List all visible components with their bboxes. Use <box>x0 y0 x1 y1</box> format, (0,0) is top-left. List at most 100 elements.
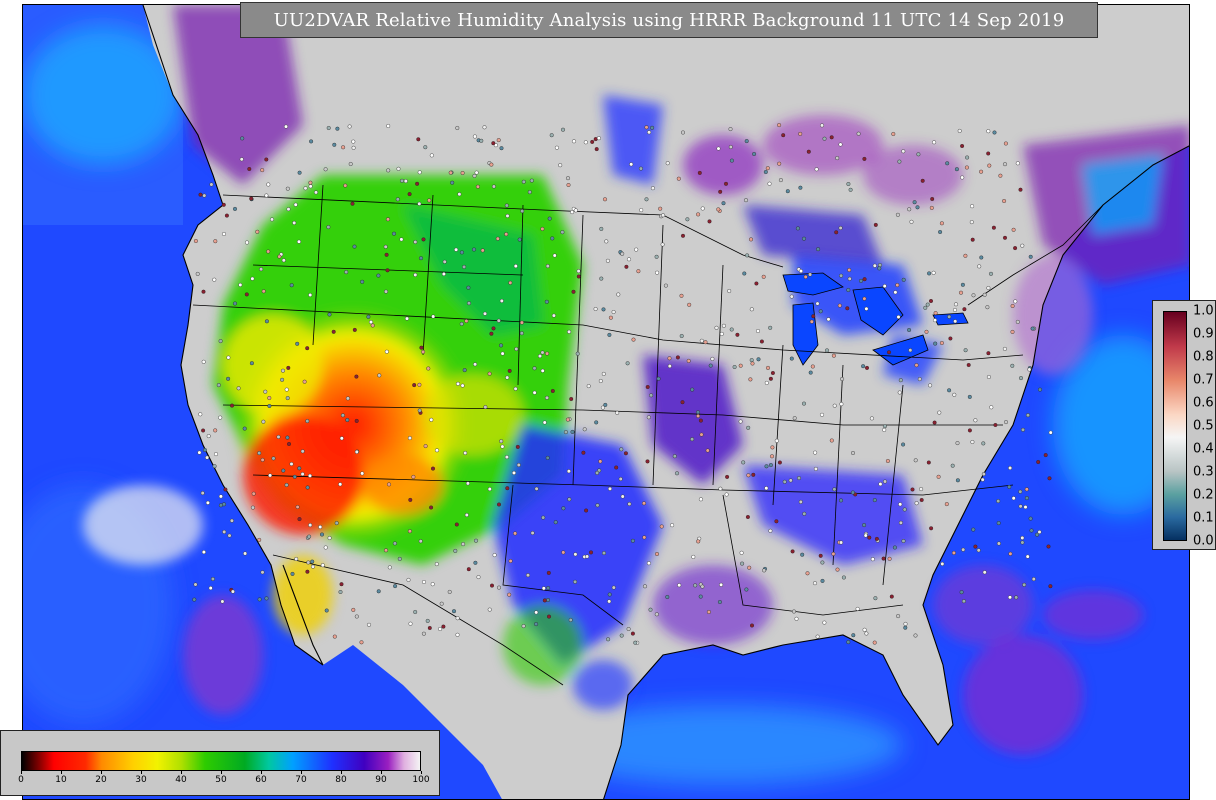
rh-analysis-map <box>22 4 1190 800</box>
observation-marker <box>954 302 959 307</box>
observation-marker <box>505 375 510 380</box>
observation-marker <box>589 550 594 555</box>
obs-tick-label: 0.4 <box>1193 441 1214 457</box>
observation-marker <box>1024 487 1029 492</box>
observation-marker <box>846 640 851 645</box>
observation-marker <box>454 522 459 527</box>
observation-marker <box>992 130 997 135</box>
observation-marker <box>897 390 902 395</box>
observation-marker <box>519 320 524 325</box>
observation-marker <box>308 523 313 528</box>
observation-marker <box>205 500 210 505</box>
observation-marker <box>366 314 371 319</box>
observation-marker <box>280 377 285 382</box>
observation-marker <box>576 269 581 274</box>
observation-marker <box>996 499 1001 504</box>
observation-marker <box>466 285 471 290</box>
observation-marker <box>431 314 436 319</box>
observation-marker <box>540 368 545 373</box>
observation-marker <box>530 531 535 536</box>
observation-marker <box>732 365 737 370</box>
observation-marker <box>460 383 465 388</box>
observation-marker <box>344 270 349 275</box>
observation-marker <box>792 609 797 614</box>
rh-tick-mark <box>221 771 222 774</box>
rh-tick-label: 0 <box>18 775 24 785</box>
observation-marker <box>914 363 919 368</box>
observation-marker <box>259 267 264 272</box>
observation-marker <box>463 451 468 456</box>
observation-marker <box>202 448 207 453</box>
observation-marker <box>320 532 325 537</box>
observation-marker <box>545 351 550 356</box>
observation-marker <box>257 537 262 542</box>
observation-marker <box>386 217 391 222</box>
observation-marker <box>861 364 866 369</box>
observation-marker <box>856 131 861 136</box>
observation-marker <box>882 424 887 429</box>
observation-marker <box>202 193 207 198</box>
observation-marker <box>982 570 987 575</box>
observation-marker <box>862 156 867 161</box>
observation-marker <box>226 376 231 381</box>
observation-marker <box>839 498 844 503</box>
observation-marker <box>570 210 575 215</box>
observation-marker <box>308 473 313 478</box>
observation-marker <box>429 505 434 510</box>
observation-marker <box>598 379 603 384</box>
rh-tick-label: 50 <box>215 775 227 785</box>
observation-marker <box>777 161 782 166</box>
observation-marker <box>266 182 271 187</box>
observation-marker <box>221 231 226 236</box>
observation-marker <box>566 469 571 474</box>
observation-marker <box>767 181 772 186</box>
observation-marker <box>461 542 466 547</box>
observation-marker <box>457 192 462 197</box>
observation-marker <box>421 349 426 354</box>
observation-marker <box>931 270 936 275</box>
observation-marker <box>826 317 831 322</box>
observation-marker <box>607 592 612 597</box>
observation-marker <box>306 560 311 565</box>
observation-marker <box>295 505 300 510</box>
observation-marker <box>261 289 266 294</box>
observation-marker <box>676 176 681 181</box>
observation-marker <box>636 269 641 274</box>
observation-marker <box>820 123 825 128</box>
observation-marker <box>928 383 933 388</box>
observation-marker <box>308 180 313 185</box>
observation-marker <box>770 454 775 459</box>
observation-marker <box>423 444 428 449</box>
rh-tick-mark <box>141 771 142 774</box>
observation-marker <box>286 207 291 212</box>
observation-marker <box>599 276 604 281</box>
observation-marker <box>408 621 413 626</box>
observation-marker <box>244 240 249 245</box>
observation-marker <box>896 614 901 619</box>
observation-marker <box>439 601 444 606</box>
observation-marker <box>982 292 987 297</box>
observation-marker <box>825 348 830 353</box>
observation-marker <box>979 169 984 174</box>
observation-marker <box>964 165 969 170</box>
observation-marker <box>464 319 469 324</box>
rh-tick-mark <box>181 771 182 774</box>
observation-marker <box>939 221 944 226</box>
observation-marker <box>386 123 391 128</box>
observation-marker <box>430 582 435 587</box>
observation-marker <box>472 134 477 139</box>
observation-marker <box>491 184 496 189</box>
observation-marker <box>323 545 328 550</box>
observation-marker <box>813 466 818 471</box>
observation-marker <box>644 125 649 130</box>
observation-marker <box>642 501 647 506</box>
observation-marker <box>789 356 794 361</box>
observation-marker <box>967 428 972 433</box>
observation-marker <box>1024 496 1029 501</box>
observation-marker <box>472 173 477 178</box>
observation-marker <box>532 366 537 371</box>
observation-marker <box>305 569 310 574</box>
observation-marker <box>885 459 890 464</box>
observation-marker <box>867 535 872 540</box>
observation-marker <box>573 552 578 557</box>
